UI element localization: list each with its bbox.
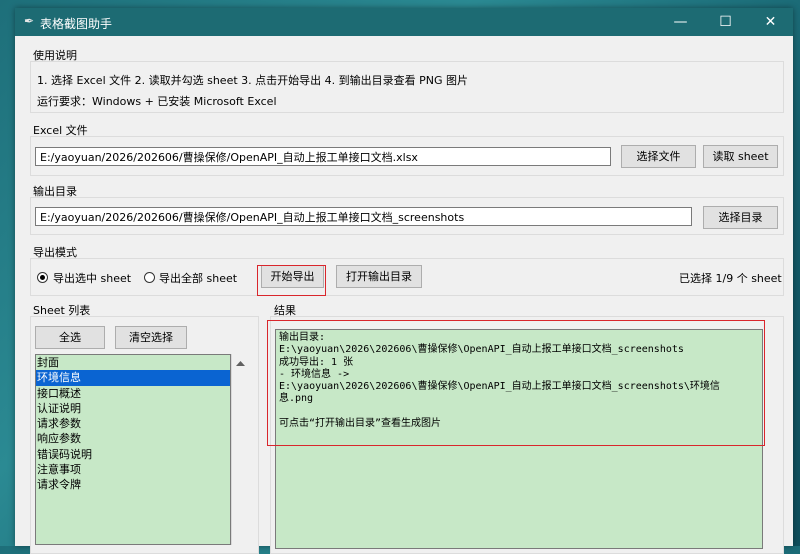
sheet-item[interactable]: 请求参数 [36, 416, 230, 431]
radio-export-all-label[interactable]: 导出全部 sheet [159, 270, 237, 286]
selection-status: 已选择 1/9 个 sheet [679, 272, 782, 285]
app-window: ✒ 表格截图助手 — ☐ ✕ 使用说明 1. 选择 Excel 文件 2. 读取… [15, 8, 793, 554]
choose-file-button[interactable]: 选择文件 [621, 145, 696, 168]
read-sheet-button[interactable]: 读取 sheet [703, 145, 778, 168]
title-bar[interactable]: ✒ 表格截图助手 — ☐ ✕ [15, 8, 793, 36]
minimize-button[interactable]: — [658, 8, 703, 36]
radio-export-selected-label[interactable]: 导出选中 sheet [53, 270, 131, 286]
sheet-item[interactable]: 响应参数 [36, 431, 230, 446]
instructions-group: 1. 选择 Excel 文件 2. 读取并勾选 sheet 3. 点击开始导出 … [30, 61, 784, 113]
instructions-requirements: 运行要求：Windows + 已安装 Microsoft Excel [37, 95, 277, 108]
export-mode-group: 导出选中 sheet 导出全部 sheet 开始导出 打开输出目录 已选择 1/… [30, 258, 784, 296]
output-dir-group: E:/yaoyuan/2026/202606/曹操保修/OpenAPI_自动上报… [30, 197, 784, 235]
window-title: 表格截图助手 [40, 17, 113, 31]
close-button[interactable]: ✕ [748, 8, 793, 36]
sheet-list-group: 全选 清空选择 封面 环境信息 接口概述 认证说明 请求参数 响应参数 错误码说… [30, 316, 259, 554]
feather-app-icon: ✒ [24, 14, 35, 28]
sheet-item[interactable]: 封面 [36, 355, 230, 370]
select-all-button[interactable]: 全选 [35, 326, 105, 349]
sheet-item[interactable]: 认证说明 [36, 401, 230, 416]
radio-export-selected[interactable] [37, 272, 48, 283]
choose-dir-button[interactable]: 选择目录 [703, 206, 778, 229]
start-button-highlight [257, 265, 326, 296]
scroll-up-arrow-icon[interactable] [232, 356, 249, 370]
radio-export-all[interactable] [144, 272, 155, 283]
sheet-item[interactable]: 注意事项 [36, 462, 230, 477]
sheet-listbox[interactable]: 封面 环境信息 接口概述 认证说明 请求参数 响应参数 错误码说明 注意事项 请… [35, 354, 231, 545]
sheet-list-scrollbar[interactable] [231, 354, 249, 545]
open-output-dir-button[interactable]: 打开输出目录 [336, 265, 422, 288]
instructions-steps: 1. 选择 Excel 文件 2. 读取并勾选 sheet 3. 点击开始导出 … [37, 74, 469, 87]
sheet-item[interactable]: 错误码说明 [36, 447, 230, 462]
maximize-button[interactable]: ☐ [703, 8, 748, 36]
excel-path-input[interactable]: E:/yaoyuan/2026/202606/曹操保修/OpenAPI_自动上报… [35, 147, 611, 166]
sheet-item-selected[interactable]: 环境信息 [36, 370, 230, 386]
excel-file-group: E:/yaoyuan/2026/202606/曹操保修/OpenAPI_自动上报… [30, 136, 784, 176]
output-path-input[interactable]: E:/yaoyuan/2026/202606/曹操保修/OpenAPI_自动上报… [35, 207, 692, 226]
result-highlight [267, 320, 765, 446]
sheet-item[interactable]: 接口概述 [36, 386, 230, 401]
sheet-item[interactable]: 请求令牌 [36, 477, 230, 492]
clear-selection-button[interactable]: 清空选择 [115, 326, 187, 349]
